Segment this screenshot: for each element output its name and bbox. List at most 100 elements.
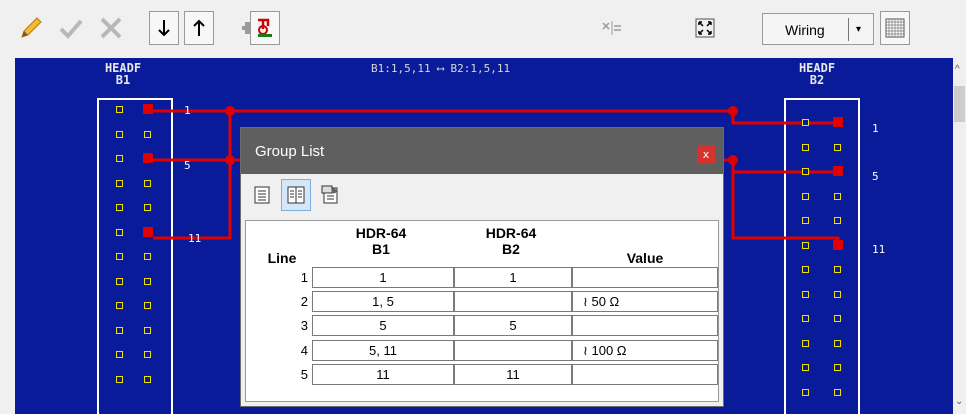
table-cell-b2[interactable]: 11 <box>454 363 572 385</box>
left-pin[interactable] <box>116 228 123 236</box>
right-pin[interactable] <box>802 388 809 396</box>
properties-icon[interactable] <box>315 179 345 211</box>
dialog-titlebar[interactable]: Group List x <box>241 128 723 174</box>
right-pin[interactable] <box>802 364 809 371</box>
left-pin[interactable] <box>144 130 151 138</box>
right-pin[interactable] <box>802 143 809 151</box>
right-active-pin[interactable] <box>833 166 843 176</box>
left-pin[interactable] <box>144 253 151 260</box>
table-cell-b2[interactable] <box>454 339 572 361</box>
column-header-line[interactable]: Line <box>256 250 308 266</box>
right-pin[interactable] <box>802 339 809 347</box>
left-pin[interactable] <box>116 351 123 358</box>
right-pin[interactable] <box>834 143 841 151</box>
close-button[interactable]: x <box>697 145 715 163</box>
right-active-pin[interactable] <box>833 117 843 127</box>
left-pin[interactable] <box>116 302 123 309</box>
right-pin[interactable] <box>834 315 841 322</box>
row-line-number: 3 <box>300 318 308 334</box>
left-pin[interactable] <box>144 179 151 187</box>
left-pin[interactable] <box>144 204 151 211</box>
columns-view-icon[interactable] <box>281 179 311 211</box>
table-cell-b1[interactable]: 5, 11 <box>312 339 454 361</box>
table-cell-b1[interactable]: 1, 5 <box>312 291 454 313</box>
right-active-pin[interactable] <box>833 239 843 250</box>
right-pin[interactable] <box>802 266 809 273</box>
wiring-select[interactable]: Wiring ▾ <box>762 13 874 45</box>
check-icon[interactable] <box>56 11 86 45</box>
left-pin[interactable] <box>144 277 151 285</box>
left-wire-label-5: 5 <box>184 159 191 172</box>
scrollbar-thumb[interactable] <box>954 86 965 122</box>
left-pin[interactable] <box>116 106 123 113</box>
right-pin[interactable] <box>834 217 841 224</box>
left-pin[interactable] <box>116 204 123 211</box>
left-pin[interactable] <box>116 130 123 138</box>
left-pin[interactable] <box>144 351 151 358</box>
wiring-select-value: Wiring <box>785 22 825 38</box>
scroll-up-icon[interactable]: ^ <box>955 64 960 75</box>
left-pin[interactable] <box>144 326 151 334</box>
right-pin[interactable] <box>802 168 809 175</box>
column-header-b1[interactable]: HDR-64 B1 <box>312 225 450 257</box>
table-cell-b1[interactable]: 1 <box>312 267 454 288</box>
group-list-grid[interactable]: Line HDR-64 B1 HDR-64 B2 Value 1 1 1 2 1, 5 ≀… <box>245 220 719 402</box>
right-pin[interactable] <box>802 217 809 224</box>
probe-icon[interactable] <box>250 11 280 45</box>
right-pin[interactable] <box>834 388 841 396</box>
table-cell-b1[interactable]: 11 <box>312 363 454 385</box>
table-cell-b1[interactable]: 5 <box>312 315 454 337</box>
arrow-up-icon[interactable] <box>184 11 214 45</box>
left-pin[interactable] <box>144 375 151 383</box>
group-list-dialog: Group List x Line HDR-64 B1 HDR-64 B2 Va… <box>240 127 724 407</box>
left-pin[interactable] <box>116 375 123 383</box>
table-cell-value[interactable] <box>572 363 718 385</box>
row-line-number: 4 <box>300 342 308 358</box>
right-pin[interactable] <box>802 119 809 126</box>
row-line-number: 5 <box>300 366 308 382</box>
scroll-down-icon[interactable]: ⌄ <box>955 396 963 407</box>
right-pin[interactable] <box>834 290 841 298</box>
close-icon[interactable] <box>96 11 126 45</box>
left-pin[interactable] <box>116 253 123 260</box>
left-pin[interactable] <box>116 155 123 162</box>
right-wire-label-1: 1 <box>872 122 879 135</box>
table-cell-b2[interactable]: 5 <box>454 315 572 337</box>
pencil-icon[interactable] <box>16 11 46 45</box>
right-pin[interactable] <box>802 192 809 200</box>
left-pin[interactable] <box>116 179 123 187</box>
list-view-icon[interactable] <box>247 179 277 211</box>
column-header-value[interactable]: Value <box>572 250 718 266</box>
right-pin[interactable] <box>834 339 841 347</box>
chevron-down-icon[interactable]: ▾ <box>856 24 861 35</box>
table-cell-b2[interactable] <box>454 291 572 313</box>
right-pin[interactable] <box>834 266 841 273</box>
split-icon[interactable] <box>597 11 627 45</box>
right-pin[interactable] <box>834 364 841 371</box>
right-pin[interactable] <box>834 192 841 200</box>
vertical-scrollbar[interactable]: ^ ⌄ <box>953 58 966 414</box>
left-active-pin[interactable] <box>143 226 153 237</box>
right-pin[interactable] <box>802 241 809 249</box>
left-pin[interactable] <box>116 326 123 334</box>
table-cell-value[interactable] <box>572 315 718 337</box>
dialog-title: Group List <box>255 143 325 160</box>
arrow-down-icon[interactable] <box>149 11 179 45</box>
row-line-number: 2 <box>300 294 308 310</box>
table-cell-value[interactable] <box>572 267 718 288</box>
wire-net-5-left <box>153 111 232 162</box>
table-cell-b2[interactable]: 1 <box>454 267 572 288</box>
left-active-pin[interactable] <box>143 153 153 163</box>
column-header-b2[interactable]: HDR-64 B2 <box>454 225 568 257</box>
left-wire-label-11: 11 <box>188 232 202 245</box>
fit-icon[interactable] <box>690 11 720 45</box>
right-pin[interactable] <box>802 315 809 322</box>
left-pin[interactable] <box>116 277 123 285</box>
left-active-pin[interactable] <box>143 104 153 114</box>
table-cell-value[interactable]: ≀ 100 Ω <box>572 339 718 361</box>
right-pin[interactable] <box>802 290 809 298</box>
junction-dot <box>728 155 738 165</box>
grid-icon[interactable] <box>880 11 910 45</box>
table-cell-value[interactable]: ≀ 50 Ω <box>572 291 718 313</box>
left-pin[interactable] <box>144 302 151 309</box>
